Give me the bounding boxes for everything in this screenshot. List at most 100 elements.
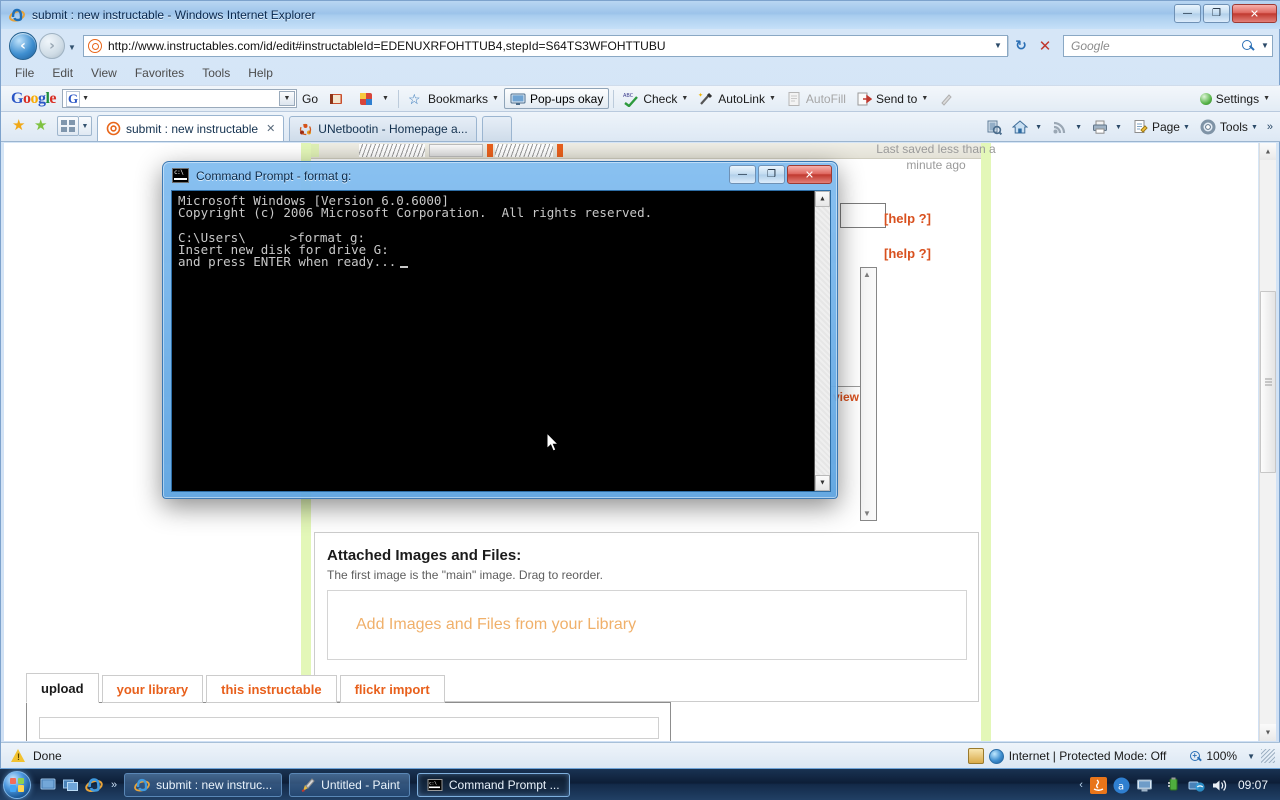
tab-unetbootin-homepage[interactable]: UNetbootin - Homepage a...: [289, 116, 477, 141]
address-bar[interactable]: http://www.instructables.com/id/edit#ins…: [83, 34, 1008, 57]
feeds-button[interactable]: ▼: [1049, 116, 1089, 138]
show-desktop-icon[interactable]: [39, 776, 57, 794]
cmd-window-controls[interactable]: — ❐ ✕: [729, 165, 832, 184]
home-button[interactable]: ▼: [1009, 116, 1049, 138]
search-icon[interactable]: [1238, 35, 1258, 57]
search-input[interactable]: Google ▼: [1063, 34, 1273, 57]
minimize-button[interactable]: —: [729, 165, 756, 184]
taskbar-button-paint[interactable]: Untitled - Paint: [289, 772, 410, 797]
menu-item-file[interactable]: File: [15, 66, 34, 80]
tab-flickr-import[interactable]: flickr import: [339, 675, 445, 703]
forward-button[interactable]: ›: [39, 32, 65, 59]
google-settings-button[interactable]: Settings ▼: [1195, 85, 1275, 112]
menu-item-edit[interactable]: Edit: [52, 66, 73, 80]
cmd-console-screen[interactable]: Microsoft Windows [Version 6.0.6000] Cop…: [171, 190, 831, 492]
zoom-caret-icon[interactable]: ▼: [1247, 752, 1255, 761]
maximize-button[interactable]: ❐: [758, 165, 785, 184]
menu-item-tools[interactable]: Tools: [202, 66, 230, 80]
google-go-button[interactable]: Go: [297, 85, 323, 112]
cmd-scrollbar[interactable]: ▲ ▼: [814, 191, 830, 491]
close-icon[interactable]: ✕: [266, 122, 275, 135]
volume-icon[interactable]: [1211, 777, 1228, 794]
zoom-level-text[interactable]: 100%: [1206, 749, 1237, 763]
refresh-button[interactable]: ↻: [1009, 35, 1033, 57]
scroll-up-button[interactable]: ▲: [815, 191, 830, 207]
research-button[interactable]: [983, 116, 1009, 138]
toolbar-overflow-button[interactable]: »: [1265, 116, 1275, 138]
bookmarks-button[interactable]: ☆ Bookmarks ▼: [403, 85, 504, 112]
chevron-down-icon[interactable]: ▼: [1035, 124, 1042, 131]
zoom-icon[interactable]: +: [1188, 749, 1203, 764]
quick-launch-overflow-icon[interactable]: »: [111, 779, 117, 791]
scroll-up-button[interactable]: ▲: [1260, 143, 1276, 160]
print-button[interactable]: ▼: [1089, 116, 1129, 138]
close-button[interactable]: ✕: [787, 165, 832, 184]
google-bookmark-add-icon[interactable]: ▼: [353, 85, 394, 112]
cmd-title-bar[interactable]: c:\ Command Prompt - format g: — ❐ ✕: [163, 162, 837, 189]
network-icon[interactable]: [1188, 777, 1205, 794]
address-dropdown-caret[interactable]: ▼: [989, 41, 1007, 50]
switch-windows-icon[interactable]: [62, 776, 80, 794]
java-icon[interactable]: [1089, 776, 1107, 794]
google-bookmark-star-icon[interactable]: [323, 85, 353, 112]
start-button[interactable]: [3, 770, 31, 799]
chevron-down-icon[interactable]: ▼: [1251, 124, 1258, 131]
google-search-input[interactable]: G ▼ ▼: [62, 89, 298, 108]
editor-textarea-scrollbar[interactable]: ▲ ▼: [860, 267, 877, 521]
popup-blocker-button[interactable]: Pop-ups okay: [503, 88, 610, 109]
page-scrollbar[interactable]: ▲ ▼: [1259, 143, 1276, 741]
favorites-center-icon[interactable]: ★: [9, 115, 31, 137]
scroll-up-icon[interactable]: ▲: [863, 270, 871, 279]
chevron-down-icon[interactable]: ▼: [1075, 124, 1082, 131]
google-history-dropdown[interactable]: ▼: [279, 91, 296, 106]
tools-menu-button[interactable]: Tools ▼: [1197, 116, 1265, 138]
recent-pages-dropdown[interactable]: ▼: [65, 32, 79, 60]
highlight-button[interactable]: [933, 85, 963, 112]
tab-list-caret[interactable]: ▼: [79, 116, 92, 136]
tab-your-library[interactable]: your library: [101, 675, 204, 703]
tab-upload[interactable]: upload: [26, 673, 99, 703]
scroll-down-button[interactable]: ▼: [815, 475, 830, 491]
page-menu-button[interactable]: Page ▼: [1129, 116, 1197, 138]
back-button[interactable]: ‹: [9, 31, 37, 60]
new-tab-button[interactable]: [481, 116, 512, 141]
security-zone-text[interactable]: Internet | Protected Mode: Off: [1009, 749, 1167, 763]
taskbar-button-command-prompt[interactable]: c:\ Command Prompt ...: [416, 772, 570, 797]
menu-item-help[interactable]: Help: [248, 66, 273, 80]
scroll-down-button[interactable]: ▼: [1260, 724, 1276, 741]
resize-grip[interactable]: [1261, 749, 1275, 763]
aim-icon[interactable]: a: [1113, 777, 1130, 794]
maximize-button[interactable]: ❐: [1203, 4, 1230, 23]
dropzone-label[interactable]: Add Images and Files from your Library: [356, 616, 636, 634]
search-provider-caret[interactable]: ▼: [1258, 41, 1272, 50]
quick-tabs-button[interactable]: [57, 116, 79, 136]
help-link-1[interactable]: [help ?]: [884, 211, 931, 226]
spellcheck-button[interactable]: ABC Check ▼: [618, 85, 693, 112]
menu-item-view[interactable]: View: [91, 66, 117, 80]
tray-overflow-icon[interactable]: ‹: [1079, 779, 1083, 791]
add-to-favorites-icon[interactable]: ★: [31, 115, 53, 137]
stop-button[interactable]: ✕: [1033, 35, 1057, 57]
cmd-scroll-track[interactable]: [815, 207, 830, 475]
menu-item-favorites[interactable]: Favorites: [135, 66, 184, 80]
help-link-2[interactable]: [help ?]: [884, 246, 931, 261]
title-input-field[interactable]: [840, 203, 886, 228]
image-dropzone[interactable]: Add Images and Files from your Library: [327, 590, 967, 660]
scroll-down-icon[interactable]: ▼: [863, 509, 871, 518]
close-button[interactable]: ✕: [1232, 4, 1277, 23]
minimize-button[interactable]: —: [1174, 4, 1201, 23]
sendto-button[interactable]: Send to ▼: [851, 85, 933, 112]
ie-icon[interactable]: [85, 776, 103, 794]
taskbar-button-ie[interactable]: submit : new instruc...: [124, 772, 283, 797]
clock[interactable]: 09:07: [1238, 778, 1268, 792]
ie-title-bar[interactable]: submit : new instructable - Windows Inte…: [1, 1, 1280, 29]
command-prompt-window[interactable]: c:\ Command Prompt - format g: — ❐ ✕ Mic…: [162, 161, 838, 499]
scrollbar-thumb[interactable]: [1260, 291, 1276, 473]
power-icon[interactable]: [1165, 777, 1182, 794]
ie-window-controls[interactable]: — ❐ ✕: [1174, 4, 1277, 23]
chevron-down-icon[interactable]: ▼: [1115, 124, 1122, 131]
tab-submit-new-instructable[interactable]: submit : new instructable ✕: [97, 115, 285, 141]
file-input-row[interactable]: [39, 717, 659, 739]
display-icon[interactable]: [1136, 777, 1153, 794]
tab-this-instructable[interactable]: this instructable: [206, 675, 337, 703]
